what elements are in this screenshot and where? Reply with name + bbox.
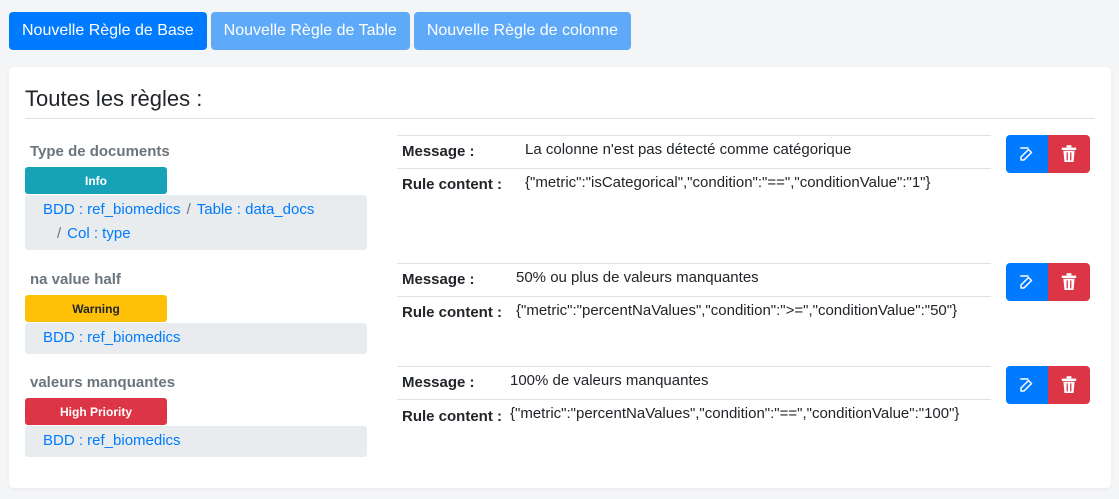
edit-icon <box>1020 147 1033 161</box>
edit-rule-button[interactable] <box>1006 263 1048 301</box>
rule-details: Message : 100% de valeurs manquantes Rul… <box>397 366 991 450</box>
rule-content-value: {"metric":"percentNaValues","condition":… <box>516 302 958 319</box>
trash-icon <box>1061 376 1077 393</box>
rule-actions <box>1006 263 1090 301</box>
message-value: 100% de valeurs manquantes <box>510 372 709 389</box>
new-base-rule-button[interactable]: Nouvelle Règle de Base <box>9 12 207 50</box>
rule-content-value: {"metric":"isCategorical","condition":"=… <box>525 174 931 191</box>
rule-content-label: Rule content : <box>402 408 502 425</box>
edit-rule-button[interactable] <box>1006 366 1048 404</box>
edit-icon <box>1020 378 1033 392</box>
breadcrumb: BDD : ref_biomedics / Table : data_docs / C… <box>25 195 367 250</box>
priority-badge: Info <box>25 167 167 194</box>
edit-icon <box>1020 275 1033 289</box>
breadcrumb-bdd-link[interactable]: BDD : ref_biomedics <box>43 432 181 449</box>
breadcrumb-bdd-link[interactable]: BDD : ref_biomedics <box>43 201 181 218</box>
rule-content-label: Rule content : <box>402 304 502 321</box>
rule-name: Type de documents <box>30 143 170 160</box>
rule-details: Message : 50% ou plus de valeurs manquan… <box>397 263 991 331</box>
toolbar: Nouvelle Règle de Base Nouvelle Règle de… <box>9 12 632 50</box>
divider <box>25 118 1095 119</box>
breadcrumb-col-link[interactable]: Col : type <box>67 225 130 242</box>
message-value: 50% ou plus de valeurs manquantes <box>516 269 759 286</box>
delete-rule-button[interactable] <box>1048 366 1090 404</box>
breadcrumb-separator: / <box>57 225 62 242</box>
rule-content-label: Rule content : <box>402 176 502 193</box>
page-title: Toutes les règles : <box>25 86 203 111</box>
trash-icon <box>1061 145 1077 162</box>
rule-name: valeurs manquantes <box>30 374 176 391</box>
message-value: La colonne n'est pas détecté comme catég… <box>525 141 852 158</box>
breadcrumb-separator: / <box>186 201 191 218</box>
rule-actions <box>1006 135 1090 173</box>
delete-rule-button[interactable] <box>1048 263 1090 301</box>
message-label: Message : <box>402 374 475 391</box>
rules-card: Toutes les règles : Type de documents In… <box>9 67 1111 488</box>
message-label: Message : <box>402 271 475 288</box>
rule-actions <box>1006 366 1090 404</box>
rule-name: na value half <box>30 271 121 288</box>
rule-details: Message : La colonne n'est pas détecté c… <box>397 135 991 203</box>
breadcrumb: BDD : ref_biomedics <box>25 323 367 354</box>
edit-rule-button[interactable] <box>1006 135 1048 173</box>
breadcrumb: BDD : ref_biomedics <box>25 426 367 457</box>
trash-icon <box>1061 273 1077 290</box>
message-label: Message : <box>402 143 475 160</box>
breadcrumb-table-link[interactable]: Table : data_docs <box>197 201 315 218</box>
new-column-rule-button[interactable]: Nouvelle Règle de colonne <box>413 12 632 50</box>
priority-badge: Warning <box>25 295 167 322</box>
breadcrumb-bdd-link[interactable]: BDD : ref_biomedics <box>43 329 181 346</box>
priority-badge: High Priority <box>25 398 167 425</box>
rule-content-value: {"metric":"percentNaValues","condition":… <box>510 405 960 422</box>
delete-rule-button[interactable] <box>1048 135 1090 173</box>
new-table-rule-button[interactable]: Nouvelle Règle de Table <box>210 12 410 50</box>
